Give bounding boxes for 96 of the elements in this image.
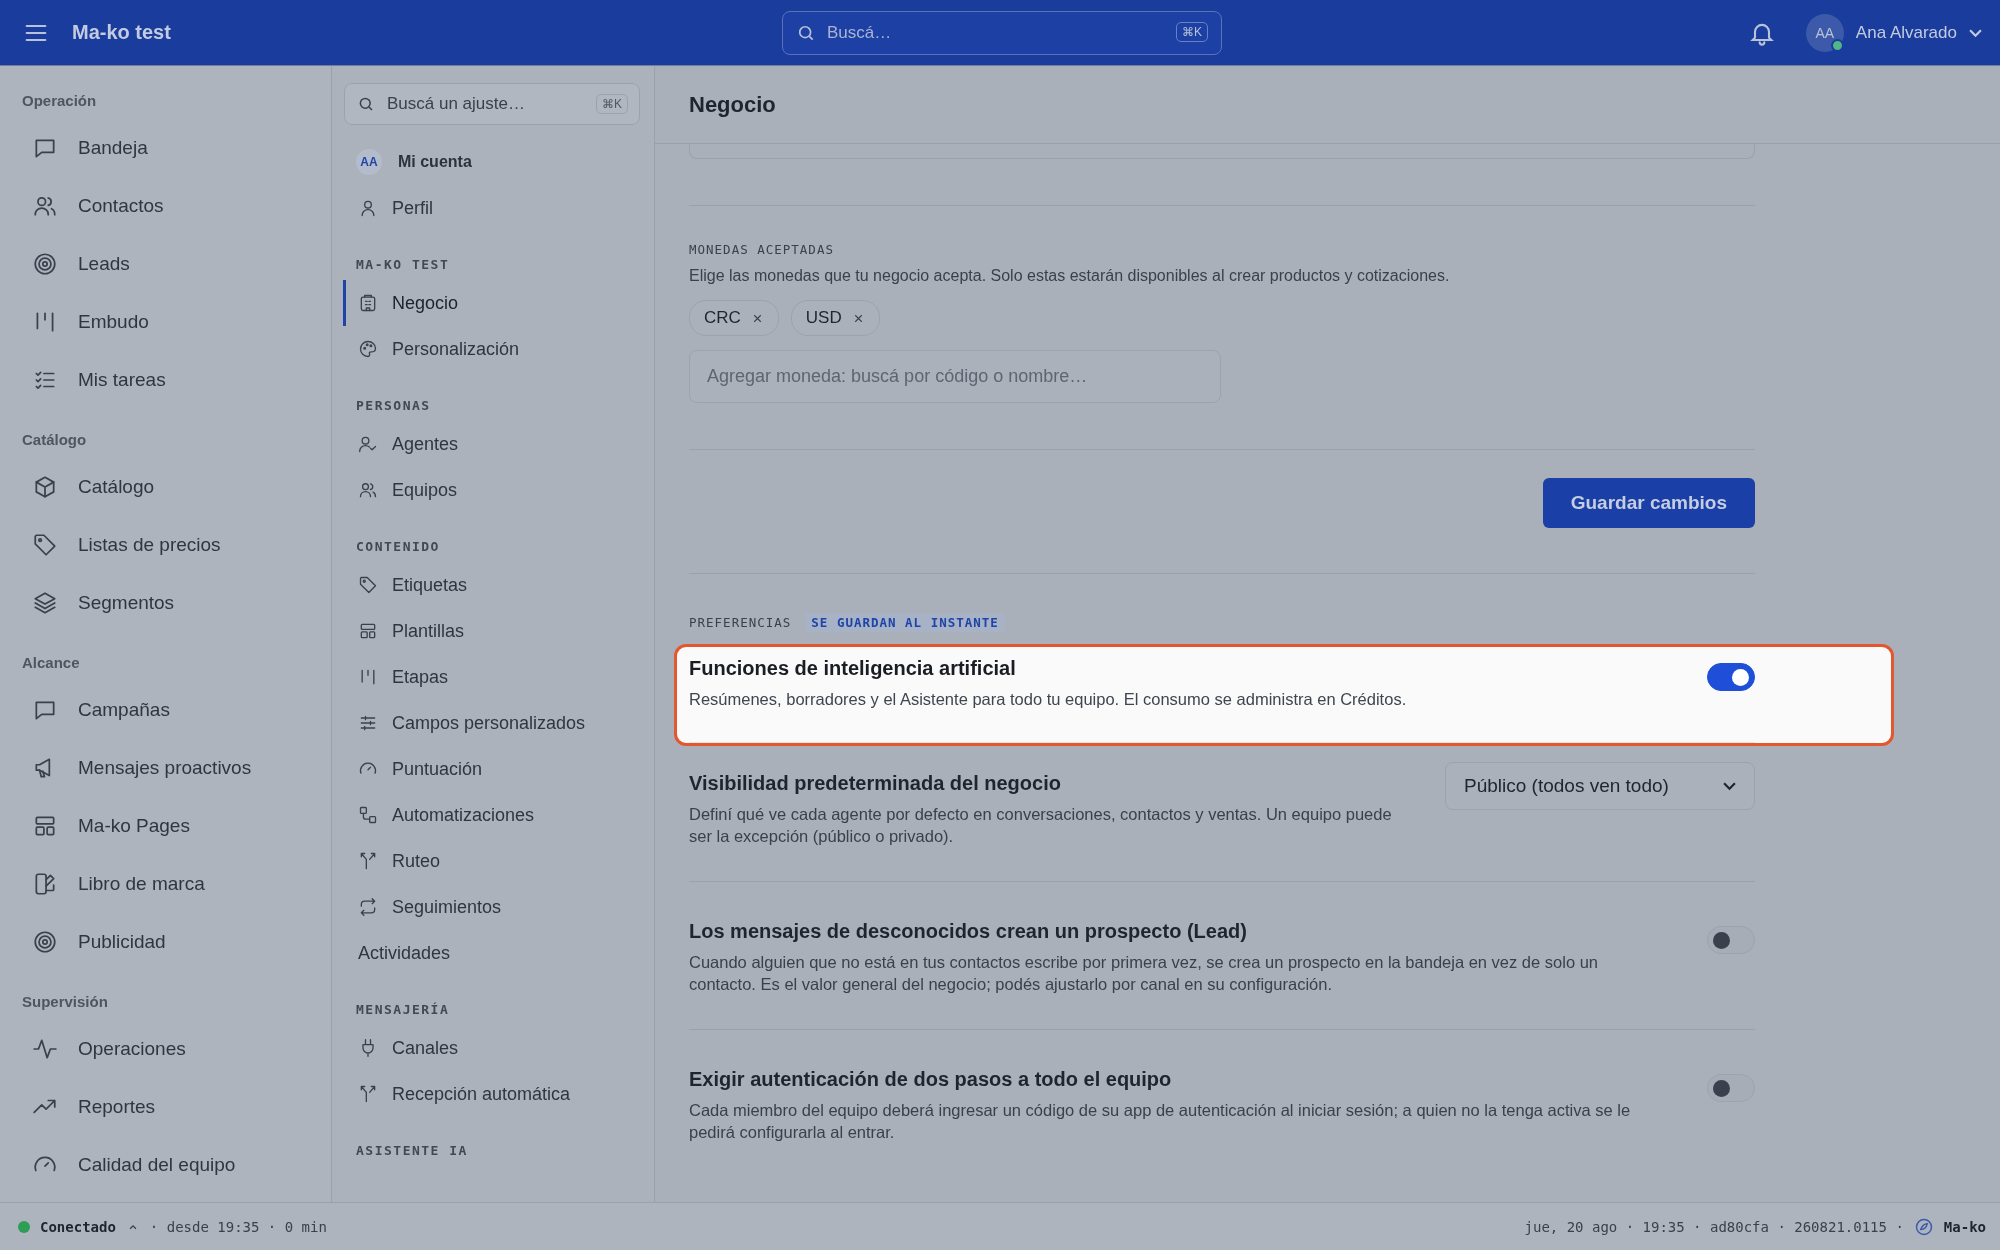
- section-heading: Supervisión: [22, 993, 109, 1010]
- chip-label: CRC: [704, 308, 741, 328]
- search-icon: [357, 95, 375, 113]
- status-badge: SE GUARDAN AL INSTANTE: [805, 613, 1005, 632]
- tag-icon: [32, 532, 58, 558]
- sidebar-item[interactable]: Ma-ko Pages: [22, 797, 309, 855]
- split-arrows-icon: [358, 851, 378, 871]
- select-dropdown[interactable]: Público (todos ven todo): [1445, 762, 1755, 810]
- target-icon: [32, 251, 58, 277]
- section-heading: PREFERENCIAS: [689, 615, 792, 630]
- settings-nav-item[interactable]: Etiquetas: [343, 562, 640, 608]
- setting-description: Definí qué ve cada agente por defecto en conversaciones, contactos y ventas. Un equipo puede ser la excepción (público o privado).: [689, 804, 1393, 847]
- currency-input[interactable]: Agregar moneda: buscá por código o nombre…: [689, 350, 1221, 403]
- sidebar-item[interactable]: Embudo: [22, 293, 309, 351]
- section-heading: MA-KO TEST: [355, 257, 451, 272]
- setting-description: Cuando alguien que no está en tus contactos escribe por primera vez, se crea un prospecto en la bandeja en vez de solo un contacto. Es el valor general del negocio; podés ajustarlo por canal en su configuración.: [689, 952, 1599, 995]
- settings-nav-item[interactable]: Ruteo: [343, 838, 640, 884]
- sidebar-item[interactable]: Catálogo: [22, 458, 309, 516]
- logo-icon: [1913, 1216, 1934, 1237]
- setting-title: Exigir autenticación de dos pasos a todo el equipo: [689, 1068, 1173, 1091]
- app-name: Ma-ko test: [72, 21, 171, 44]
- settings-nav-item[interactable]: Seguimientos: [343, 884, 640, 930]
- section-heading: Alcance: [22, 654, 81, 671]
- sidebar-item[interactable]: Mis tareas: [22, 351, 309, 409]
- setting-title: Visibilidad predeterminada del negocio: [689, 772, 1062, 795]
- settings-nav-item[interactable]: Puntuación: [343, 746, 640, 792]
- toggle-switch[interactable]: [1707, 1074, 1755, 1102]
- settings-nav-item[interactable]: Campos personalizados: [343, 700, 640, 746]
- avatar: AA: [1805, 13, 1844, 52]
- sliders-icon: [358, 713, 378, 733]
- settings-nav-item[interactable]: Personalización: [343, 326, 640, 372]
- users-icon: [358, 480, 378, 500]
- setting-description: Resúmenes, borradores y el Asistente para todo tu equipo. El consumo se administra en Créditos.: [689, 689, 1408, 710]
- layout-icon: [358, 621, 378, 641]
- user-menu[interactable]: AA Ana Alvarado: [1805, 13, 1982, 52]
- sidebar-item[interactable]: Calidad del equipo: [22, 1136, 309, 1194]
- repeat-icon: [358, 897, 378, 917]
- building-icon: [358, 293, 378, 313]
- save-button[interactable]: Guardar cambios: [1542, 478, 1755, 528]
- shortcut-key: ⌘K: [1176, 21, 1208, 42]
- settings-nav-item[interactable]: Canales: [343, 1025, 640, 1071]
- shortcut-key: ⌘K: [596, 94, 628, 114]
- section-heading: MONEDAS ACEPTADAS: [689, 242, 835, 257]
- cube-icon: [32, 474, 58, 500]
- brand-name: Ma-ko: [1943, 1218, 1986, 1235]
- section-heading: PERSONAS: [355, 398, 432, 413]
- chevron-down-icon: [1969, 28, 1982, 37]
- settings-nav-item[interactable]: Automatizaciones: [343, 792, 640, 838]
- setting-description: Cada miembro del equipo deberá ingresar un código de su app de autenticación al iniciar sesión; a quien no la tenga activa se le pedirá configurarla al entrar.: [689, 1100, 1632, 1143]
- settings-nav-item[interactable]: Recepción automática: [343, 1071, 640, 1117]
- section-heading: CONTENIDO: [355, 539, 441, 554]
- build-info: jue, 20 ago · 19:35 · ad80cfa · 260821.0115 ·: [1524, 1218, 1904, 1235]
- user-check-icon: [358, 434, 378, 454]
- chevron-down-icon: [1723, 782, 1736, 790]
- setting-title: Los mensajes de desconocidos crean un prospecto (Lead): [689, 920, 1248, 943]
- section-heading: ASISTENTE IA: [355, 1143, 469, 1158]
- sidebar-item[interactable]: Campañas: [22, 681, 309, 739]
- toggle-switch[interactable]: [1707, 926, 1755, 954]
- section-heading: Operación: [22, 92, 98, 109]
- sidebar-item[interactable]: Segmentos: [22, 574, 309, 632]
- user-name: Ana Alvarado: [1855, 22, 1957, 43]
- toggle-switch[interactable]: [1707, 663, 1755, 691]
- page-title: Negocio: [655, 66, 2000, 144]
- tag-icon: [358, 575, 378, 595]
- avatar: AA: [356, 149, 382, 175]
- sidebar-item[interactable]: Mensajes proactivos: [22, 739, 309, 797]
- settings-nav-item[interactable]: Perfil: [343, 185, 640, 231]
- settings-nav-item[interactable]: Plantillas: [343, 608, 640, 654]
- settings-nav-item[interactable]: Agentes: [343, 421, 640, 467]
- layers-icon: [32, 590, 58, 616]
- section-heading: MENSAJERÍA: [355, 1002, 451, 1017]
- settings-nav-item[interactable]: Negocio: [343, 280, 640, 326]
- book-brush-icon: [32, 871, 58, 897]
- split-arrows-icon: [358, 1084, 378, 1104]
- sidebar-item[interactable]: Listas de precios: [22, 516, 309, 574]
- chip-label: USD: [805, 308, 842, 328]
- palette-icon: [358, 339, 378, 359]
- account-heading: Mi cuenta: [398, 153, 472, 171]
- workflow-icon: [358, 805, 378, 825]
- sidebar-item[interactable]: Publicidad: [22, 913, 309, 971]
- connection-time: · desde 19:35 · 0 min: [149, 1218, 327, 1235]
- section-heading: Catálogo: [22, 431, 88, 448]
- sidebar-item[interactable]: Bandeja: [22, 119, 309, 177]
- settings-nav-item[interactable]: Actividades: [343, 930, 640, 976]
- sidebar-item[interactable]: Leads: [22, 235, 309, 293]
- setting-title: Funciones de inteligencia artificial: [689, 657, 1017, 680]
- connection-status: Conectado: [40, 1218, 116, 1235]
- sidebar-item[interactable]: Libro de marca: [22, 855, 309, 913]
- sidebar-item[interactable]: Contactos: [22, 177, 309, 235]
- target-icon: [32, 929, 58, 955]
- section-description: Elige las monedas que tu negocio acepta. Solo estas estarán disponibles al crear productos y cotizaciones.: [689, 267, 1451, 285]
- sidebar-item[interactable]: Operaciones: [22, 1020, 309, 1078]
- layout-icon: [32, 813, 58, 839]
- settings-nav-item[interactable]: Equipos: [343, 467, 640, 513]
- sidebar-item[interactable]: Reportes: [22, 1078, 309, 1136]
- settings-nav-item[interactable]: Etapas: [343, 654, 640, 700]
